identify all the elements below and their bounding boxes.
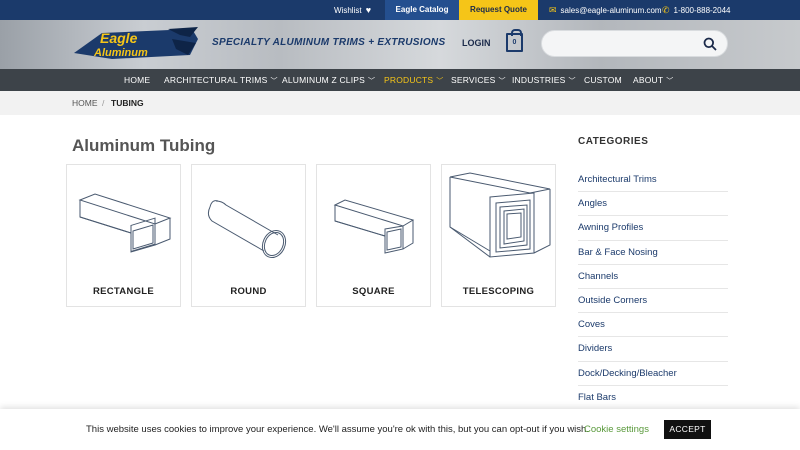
logo-text-bottom: Aluminum	[93, 47, 148, 59]
nav-label: ABOUT	[633, 75, 664, 85]
wishlist-link[interactable]: Wishlist ♥	[334, 0, 371, 20]
search-icon[interactable]	[703, 37, 717, 51]
nav-label: SERVICES	[451, 75, 496, 85]
phone-text: 1-800-888-2044	[673, 6, 731, 15]
logo-text-top: Eagle	[100, 30, 138, 46]
category-link[interactable]: Dock/Decking/Bleacher	[578, 362, 728, 386]
product-label-round: ROUND	[230, 286, 267, 297]
rectangle-tube-image	[78, 193, 172, 253]
top-bar: Wishlist ♥ Eagle Catalog Request Quote ✉…	[0, 0, 800, 20]
nav-label: ARCHITECTURAL TRIMS	[164, 75, 268, 85]
phone-icon: ✆	[662, 5, 670, 15]
product-card-square[interactable]: SQUARE	[316, 164, 431, 307]
chevron-down-icon: ﹀	[270, 78, 278, 85]
category-link[interactable]: Angles	[578, 192, 728, 217]
nav-item-industries[interactable]: INDUSTRIES ﹀	[512, 69, 576, 91]
round-tube-image	[207, 200, 287, 259]
product-card-telescoping[interactable]: TELESCOPING	[441, 164, 556, 307]
chevron-down-icon: ﹀	[368, 78, 376, 85]
nav-label: HOME	[124, 75, 151, 85]
product-card-rectangle[interactable]: RECTANGLE	[66, 164, 181, 307]
chevron-down-icon: ﹀	[498, 78, 506, 85]
cookie-message: This website uses cookies to improve you…	[86, 424, 589, 435]
categories-list: Architectural Trims Angles Awning Profil…	[578, 168, 728, 410]
cart-count: 0	[512, 39, 517, 46]
product-label-rectangle: RECTANGLE	[92, 286, 155, 297]
chevron-down-icon: ﹀	[568, 78, 576, 85]
nav-item-home[interactable]: HOME	[124, 69, 150, 91]
phone-link[interactable]: ✆ 1-800-888-2044	[662, 0, 730, 20]
heart-icon: ♥	[365, 5, 372, 15]
breadcrumb-current: TUBING	[111, 98, 144, 108]
tagline: SPECIALTY ALUMINUM TRIMS + EXTRUSIONS	[212, 37, 446, 48]
category-link[interactable]: Coves	[578, 313, 728, 338]
nav-item-custom[interactable]: CUSTOM	[584, 69, 622, 91]
product-card-round[interactable]: ROUND	[191, 164, 306, 307]
category-link[interactable]: Channels	[578, 265, 728, 289]
wishlist-label: Wishlist	[334, 6, 362, 15]
nav-item-about[interactable]: ABOUT ﹀	[633, 69, 673, 91]
category-link[interactable]: Flat Bars	[578, 386, 728, 410]
search-input[interactable]	[541, 30, 728, 57]
cookie-settings-link[interactable]: Cookie settings	[584, 424, 649, 435]
category-link[interactable]: Bar & Face Nosing	[578, 241, 728, 265]
category-link[interactable]: Awning Profiles	[578, 216, 728, 241]
email-link[interactable]: ✉ sales@eagle-aluminum.com	[549, 0, 662, 20]
product-label-telescoping: TELESCOPING	[462, 286, 535, 297]
breadcrumb-separator: /	[102, 98, 105, 108]
chevron-down-icon: ﹀	[666, 78, 674, 85]
nav-item-services[interactable]: SERVICES ﹀	[451, 69, 506, 91]
chevron-down-icon: ﹀	[436, 78, 444, 85]
login-link[interactable]: LOGIN	[462, 38, 491, 48]
nav-label: INDUSTRIES	[512, 75, 566, 85]
categories-heading: CATEGORIES	[578, 136, 649, 147]
site-header: Eagle Aluminum SPECIALTY ALUMINUM TRIMS …	[0, 20, 800, 69]
main-nav: HOME ARCHITECTURAL TRIMS ﹀ ALUMINUM Z CLI…	[0, 69, 800, 91]
telescoping-tube-image	[449, 172, 551, 258]
nav-item-architectural-trims[interactable]: ARCHITECTURAL TRIMS ﹀	[164, 69, 278, 91]
eagle-aluminum-logo[interactable]: Eagle Aluminum	[72, 25, 200, 63]
email-text: sales@eagle-aluminum.com	[560, 6, 662, 15]
nav-label: ALUMINUM Z CLIPS	[282, 75, 366, 85]
square-tube-image	[333, 199, 415, 254]
category-link[interactable]: Outside Corners	[578, 289, 728, 314]
accept-cookies-button[interactable]: ACCEPT	[664, 420, 711, 439]
nav-item-products[interactable]: PRODUCTS ﹀	[384, 69, 444, 91]
request-quote-button[interactable]: Request Quote	[459, 0, 538, 20]
catalog-button[interactable]: Eagle Catalog	[385, 0, 459, 20]
nav-item-aluminum-z-clips[interactable]: ALUMINUM Z CLIPS ﹀	[282, 69, 375, 91]
category-link[interactable]: Dividers	[578, 337, 728, 362]
envelope-icon: ✉	[549, 5, 557, 15]
cart-button[interactable]: 0	[506, 29, 523, 52]
cookie-banner: This website uses cookies to improve you…	[0, 409, 800, 450]
breadcrumb-home[interactable]: HOME	[72, 91, 98, 115]
category-link[interactable]: Architectural Trims	[578, 168, 728, 193]
nav-label: CUSTOM	[584, 75, 622, 85]
product-label-square: SQUARE	[352, 286, 395, 297]
page-title: Aluminum Tubing	[72, 136, 216, 155]
nav-label: PRODUCTS	[384, 75, 434, 85]
breadcrumb: HOME / TUBING	[0, 91, 800, 115]
